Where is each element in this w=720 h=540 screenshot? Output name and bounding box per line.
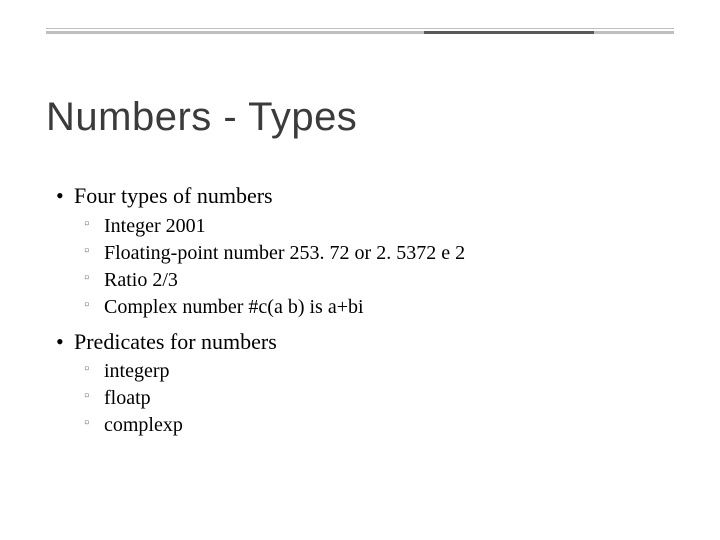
bullet-l1: Four types of numbers [56,182,674,210]
bullet-l2: Complex number #c(a b) is a+bi [84,295,674,320]
bullet-l2: Ratio 2/3 [84,268,674,293]
slide-content: Four types of numbers Integer 2001 Float… [56,178,674,446]
bullet-l2: integerp [84,359,674,384]
bullet-l2: Integer 2001 [84,214,674,239]
decorative-rule [46,28,674,34]
section-2: Predicates for numbers integerp floatp c… [56,328,674,439]
slide-title: Numbers - Types [46,95,357,140]
bullet-l1: Predicates for numbers [56,328,674,356]
slide: Numbers - Types Four types of numbers In… [0,0,720,540]
bullet-l2: complexp [84,413,674,438]
section-1: Four types of numbers Integer 2001 Float… [56,182,674,320]
bullet-l2: Floating-point number 253. 72 or 2. 5372… [84,241,674,266]
bullet-l2: floatp [84,386,674,411]
